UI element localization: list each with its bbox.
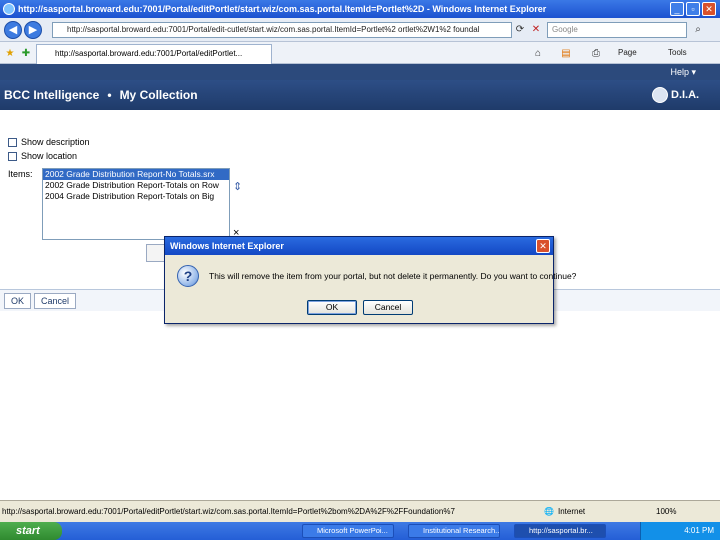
app-banner: BCC Intelligence • My Collection (0, 80, 720, 110)
security-zone: Internet (558, 507, 586, 516)
taskbar-item-ie[interactable]: http://sasportal.br... (514, 524, 606, 538)
cancel-button[interactable]: Cancel (34, 293, 77, 309)
show-description-label: Show description (21, 137, 90, 147)
brand-title: BCC Intelligence (4, 88, 100, 102)
minimize-icon[interactable]: _ (670, 2, 684, 16)
logo-text: D.I.A. (671, 89, 700, 101)
help-link[interactable]: Help (670, 67, 689, 77)
zoom-level[interactable]: 100% (656, 501, 676, 523)
seal-icon (652, 87, 668, 104)
status-url: http://sasportal.broward.edu:7001/Portal… (2, 507, 455, 516)
items-label: Items: (8, 169, 33, 179)
add-favorite-icon[interactable]: ✚ (18, 46, 34, 62)
help-bar: Help ▾ (0, 64, 720, 80)
dialog-ok-button[interactable]: OK (307, 300, 357, 315)
confirm-dialog: Windows Internet Explorer ✕ ? This will … (164, 236, 576, 324)
items-listbox[interactable]: 2002 Grade Distribution Report-No Totals… (42, 168, 230, 240)
address-input[interactable]: http://sasportal.broward.edu:7001/Portal… (52, 22, 512, 38)
windows-taskbar: start Microsoft PowerPoi... Institutiona… (0, 522, 720, 540)
list-item[interactable]: 2002 Grade Distribution Report-No Totals… (43, 169, 229, 180)
search-magnifier-icon[interactable]: ⌕ (690, 22, 706, 38)
dialog-cancel-button[interactable]: Cancel (363, 300, 413, 315)
list-item[interactable]: 2002 Grade Distribution Report-Totals on… (43, 180, 229, 191)
globe-icon: 🌐 (544, 507, 554, 516)
question-icon: ? (177, 265, 199, 287)
home-icon[interactable]: ⌂ (530, 46, 546, 62)
print-icon[interactable]: ⎙ (588, 46, 604, 62)
dialog-title-bar: Windows Internet Explorer (165, 237, 553, 255)
maximize-icon[interactable]: ▫ (686, 2, 700, 16)
start-button[interactable]: start (0, 522, 62, 540)
dialog-title: Windows Internet Explorer (170, 241, 284, 251)
show-location-checkbox[interactable] (8, 152, 17, 161)
window-title-bar: http://sasportal.broward.edu:7001/Portal… (0, 0, 720, 18)
ie-logo-icon (3, 3, 15, 15)
search-input[interactable]: Google (547, 22, 687, 38)
dialog-close-icon[interactable]: ✕ (536, 239, 550, 253)
move-item-icon[interactable]: ⇕ (233, 180, 242, 193)
close-window-icon[interactable]: ✕ (702, 2, 716, 16)
address-toolbar: ◀ ▶ http://sasportal.broward.edu:7001/Po… (0, 18, 720, 42)
system-tray: 4:01 PM (640, 522, 720, 540)
title-separator: • (107, 88, 112, 102)
favorites-star-icon[interactable]: ★ (2, 46, 18, 62)
dialog-message: This will remove the item from your port… (209, 271, 577, 281)
forward-arrow-icon[interactable]: ▶ (24, 21, 42, 39)
page-menu[interactable]: Page (618, 46, 637, 60)
tools-menu[interactable]: Tools (668, 46, 687, 60)
browser-tab[interactable]: http://sasportal.broward.edu:7001/Portal… (36, 44, 272, 64)
back-arrow-icon[interactable]: ◀ (4, 21, 22, 39)
taskbar-item-research[interactable]: Institutional Research... (408, 524, 500, 538)
feeds-icon[interactable]: ▤ (558, 46, 574, 62)
show-description-checkbox[interactable] (8, 138, 17, 147)
stop-icon[interactable]: ✕ (528, 22, 544, 38)
refresh-icon[interactable]: ⟳ (512, 22, 528, 38)
favorites-bar: ★ ✚ http://sasportal.broward.edu:7001/Po… (0, 42, 720, 64)
status-bar: http://sasportal.broward.edu:7001/Portal… (0, 500, 720, 522)
clock: 4:01 PM (684, 526, 714, 535)
list-item[interactable]: 2004 Grade Distribution Report-Totals on… (43, 191, 229, 202)
show-location-label: Show location (21, 151, 78, 161)
dia-logo: D.I.A. (652, 84, 708, 106)
ok-button[interactable]: OK (4, 293, 32, 309)
window-title: http://sasportal.broward.edu:7001/Portal… (18, 4, 547, 14)
page-title: My Collection (119, 88, 198, 102)
taskbar-item-powerpoint[interactable]: Microsoft PowerPoi... (302, 524, 394, 538)
